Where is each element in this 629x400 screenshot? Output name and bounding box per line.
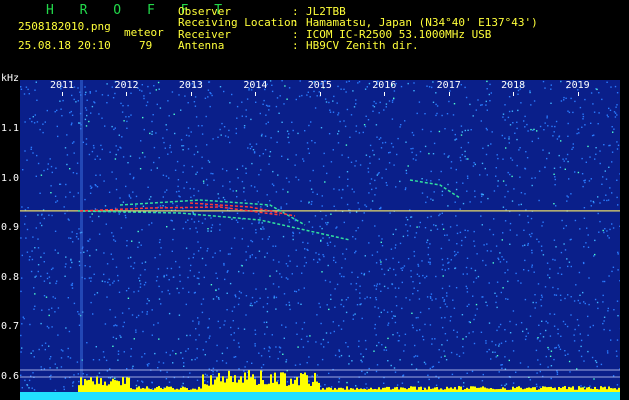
x-tick-label: 2018 bbox=[501, 80, 526, 91]
antenna-value: HB9CV Zenith dir. bbox=[306, 39, 419, 52]
x-tick-label: 2015 bbox=[307, 80, 332, 91]
x-tick-mark bbox=[319, 92, 321, 96]
activity-histogram bbox=[78, 370, 620, 392]
x-tick-mark bbox=[126, 92, 128, 96]
y-tick-label: 1.0 bbox=[1, 172, 20, 184]
x-tick-label: 2011 bbox=[50, 80, 75, 91]
y-axis-unit: kHz bbox=[1, 73, 20, 84]
y-tick-label: 0.9 bbox=[1, 222, 20, 234]
y-tick-label: 0.8 bbox=[1, 271, 20, 283]
antenna-sep: : bbox=[292, 39, 299, 52]
noise-field bbox=[20, 80, 620, 400]
vertical-streak bbox=[80, 80, 83, 400]
timestamp: 25.08.18 20:10 bbox=[18, 39, 111, 52]
antenna-label: Antenna bbox=[178, 39, 225, 52]
x-tick-mark bbox=[255, 92, 257, 96]
spectrogram-svg bbox=[20, 80, 620, 400]
x-tick-mark bbox=[62, 92, 63, 96]
x-tick-label: 2017 bbox=[436, 80, 461, 91]
y-tick-label: 1.1 bbox=[1, 123, 20, 134]
meteor-trace-1 bbox=[77, 210, 351, 241]
meteor-label: meteor bbox=[124, 26, 164, 39]
x-tick-mark bbox=[190, 92, 192, 96]
hrofft-window: H R O F F T 2508182010.png 25.08.18 20:1… bbox=[0, 0, 629, 400]
x-tick-label: 2014 bbox=[243, 80, 268, 91]
filename: 2508182010.png bbox=[18, 20, 111, 33]
x-tick-mark bbox=[513, 92, 515, 96]
x-tick-label: 2012 bbox=[114, 80, 139, 91]
meteor-count: 79 bbox=[139, 39, 153, 52]
x-tick-mark bbox=[384, 92, 386, 96]
meteor-trace-5 bbox=[409, 179, 461, 199]
baseline-bar bbox=[20, 392, 620, 400]
x-tick-mark bbox=[577, 92, 579, 96]
spectrogram bbox=[20, 80, 620, 400]
x-tick-label: 2013 bbox=[178, 80, 203, 91]
y-tick-label: 0.6 bbox=[1, 371, 20, 382]
y-tick-label: 0.7 bbox=[1, 321, 20, 333]
x-tick-label: 2019 bbox=[565, 80, 590, 91]
x-tick-mark bbox=[448, 92, 450, 96]
x-tick-label: 2016 bbox=[372, 80, 397, 91]
